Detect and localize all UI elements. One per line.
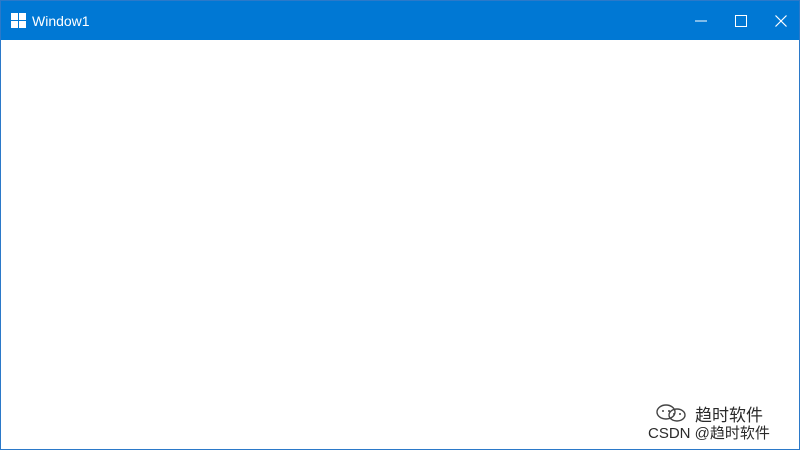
- close-icon: [775, 14, 787, 27]
- maximize-icon: [735, 14, 747, 27]
- wechat-icon: [656, 404, 686, 422]
- title-bar[interactable]: Window1: [1, 1, 799, 40]
- close-button[interactable]: [761, 1, 799, 40]
- maximize-button[interactable]: [721, 1, 761, 40]
- window-client-area: [1, 40, 799, 449]
- app-window: Window1: [0, 0, 800, 450]
- minimize-button[interactable]: [681, 1, 721, 40]
- window-title: Window1: [32, 13, 90, 29]
- minimize-icon: [695, 20, 707, 21]
- watermark-credit: CSDN @趋时软件: [648, 425, 770, 442]
- windows-logo-icon: [11, 13, 26, 28]
